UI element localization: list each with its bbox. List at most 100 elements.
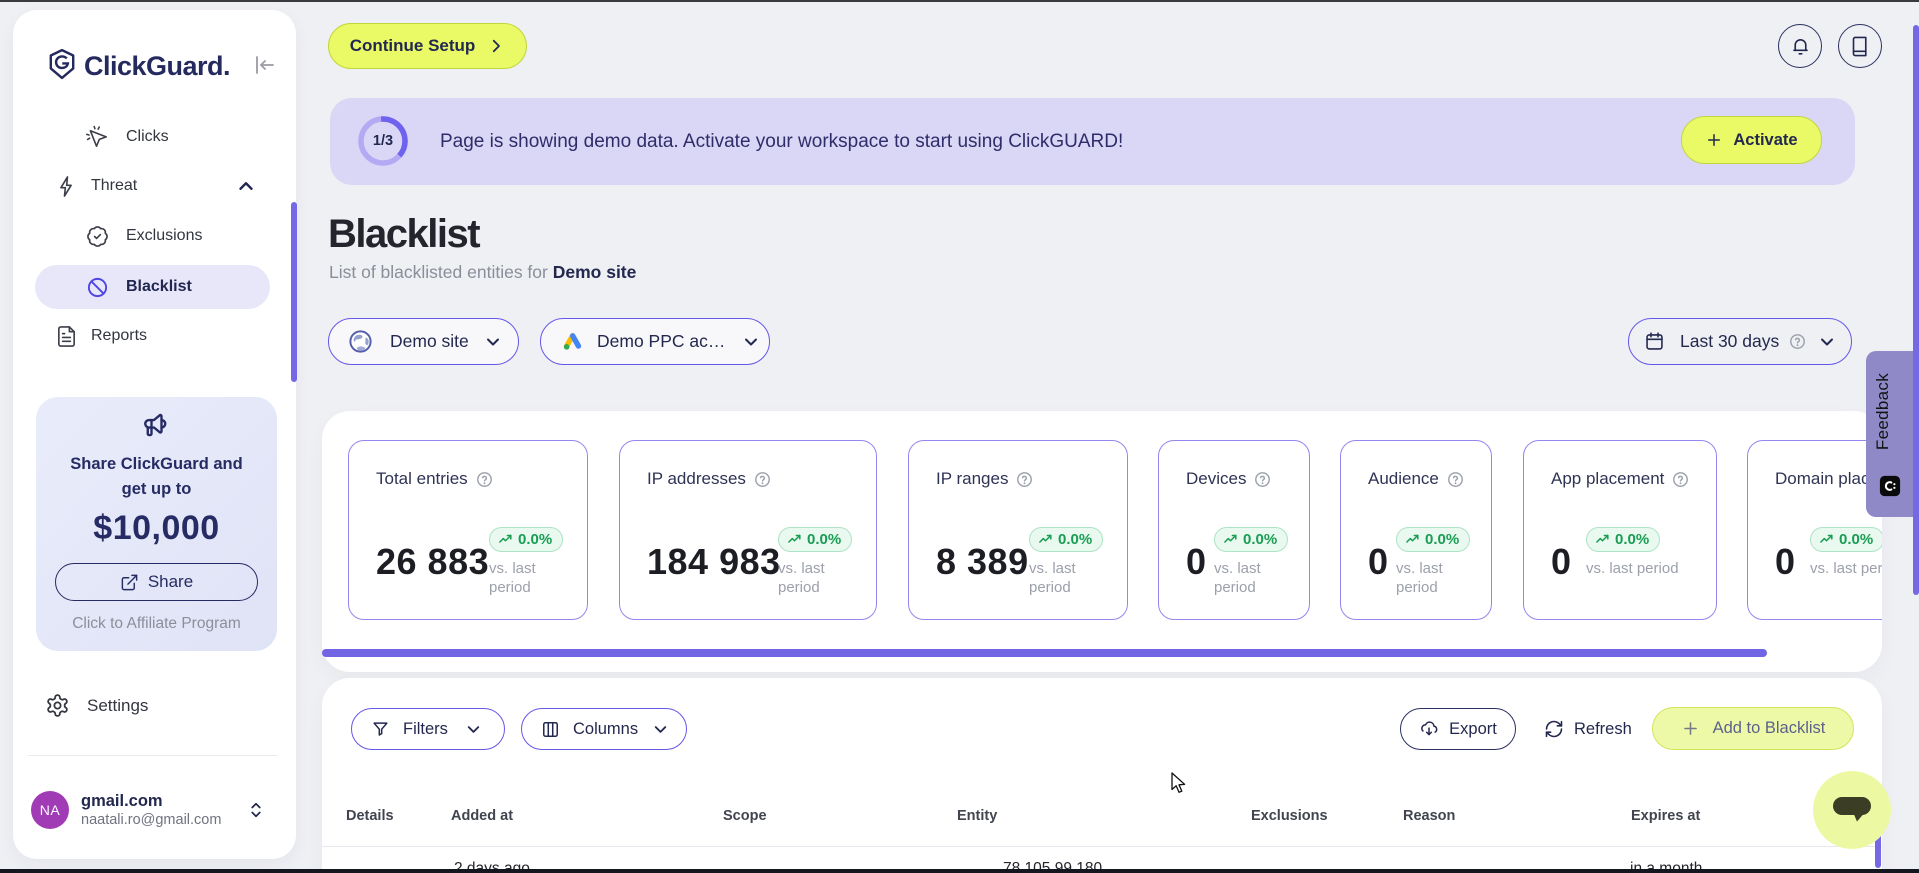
cursor-click-icon	[85, 125, 109, 149]
account-switcher[interactable]: NA gmail.com naatali.ro@gmail.com	[28, 788, 273, 832]
stat-card-delta: 0.0%	[1839, 531, 1874, 548]
sidebar-item-clicks[interactable]: Clicks	[35, 115, 270, 159]
trending-up-icon	[499, 534, 512, 543]
date-range-selector[interactable]: Last 30 days	[1628, 318, 1852, 365]
export-button[interactable]: Export	[1400, 708, 1516, 750]
knowledge-base-button[interactable]	[1838, 24, 1882, 68]
promo-text-line1: Share ClickGuard and	[70, 455, 243, 473]
logo-text: ClickGuard	[84, 50, 224, 81]
activate-button[interactable]: Activate	[1681, 116, 1822, 164]
page-subtitle-prefix: List of blacklisted entities for	[329, 262, 548, 282]
chevron-right-icon	[487, 37, 505, 55]
site-selector[interactable]: Demo site	[328, 318, 519, 365]
stat-card-label: Total entries	[376, 469, 468, 488]
stat-card-delta-badge: 0.0%	[1396, 527, 1471, 552]
columns-button[interactable]: Columns	[521, 708, 687, 750]
share-button-label: Share	[147, 572, 194, 591]
feedback-tab[interactable]: Feedback	[1866, 351, 1913, 517]
sidebar: ClickGuard. Clicks Threat Exclusions Bla…	[13, 10, 297, 859]
page-subtitle-site: Demo site	[552, 262, 637, 282]
trending-up-icon	[788, 534, 801, 543]
stat-card-value: 0	[1368, 541, 1389, 582]
app-root: ClickGuard. Clicks Threat Exclusions Bla…	[0, 0, 1919, 873]
stat-card-value: 26 883	[376, 541, 490, 582]
google-ads-icon	[562, 331, 583, 352]
column-header-scope[interactable]: Scope	[723, 808, 767, 824]
chat-bubble-icon	[1831, 793, 1873, 827]
stat-card-delta-badge: 0.0%	[489, 527, 564, 552]
chevron-up-icon[interactable]	[235, 175, 257, 202]
promo-amount: $10,000	[93, 509, 220, 547]
stat-card-delta: 0.0%	[1058, 531, 1093, 548]
sidebar-item-blacklist[interactable]: Blacklist	[35, 265, 270, 309]
promo-text-line2: get up to	[121, 480, 192, 498]
notifications-button[interactable]	[1778, 24, 1822, 68]
cloud-download-icon	[1419, 719, 1439, 739]
help-circle-icon	[1673, 471, 1689, 487]
add-to-blacklist-button[interactable]: Add to Blacklist	[1652, 707, 1854, 750]
sidebar-item-threat[interactable]: Threat	[35, 164, 270, 208]
ban-icon	[85, 275, 109, 299]
stat-card-value: 0	[1775, 541, 1796, 582]
stat-card-value: 8 389	[936, 541, 1029, 582]
sidebar-item-label: Blacklist	[126, 278, 192, 295]
column-header-details[interactable]: Details	[346, 808, 394, 824]
column-header-exclusions[interactable]: Exclusions	[1251, 808, 1328, 824]
sidebar-item-settings[interactable]: Settings	[45, 693, 148, 718]
stat-card-label: Devices	[1186, 469, 1247, 488]
help-circle-icon	[1255, 471, 1271, 487]
stat-card-value: 0	[1551, 541, 1572, 582]
column-header-expires-at[interactable]: Expires at	[1631, 808, 1700, 824]
sidebar-item-label: Reports	[91, 327, 148, 344]
stat-card-caption: vs. last period	[1396, 560, 1443, 596]
chat-launcher-button[interactable]	[1813, 771, 1891, 849]
stat-card-delta: 0.0%	[1615, 531, 1650, 548]
stat-card-caption: vs. last period	[1029, 560, 1076, 596]
stat-card-total-entries: Total entries 26 883 0.0% vs. last perio…	[348, 440, 588, 620]
external-link-icon	[120, 573, 139, 592]
filters-button[interactable]: Filters	[351, 708, 505, 750]
stat-card-caption: vs. last period	[778, 560, 825, 596]
chevron-down-icon	[741, 332, 761, 352]
stat-card-label: IP ranges	[936, 469, 1009, 488]
plus-icon	[1705, 131, 1723, 149]
stat-card-delta: 0.0%	[807, 531, 842, 548]
column-header-added-at[interactable]: Added at	[451, 808, 513, 824]
page-scrollbar[interactable]	[1913, 25, 1919, 595]
book-icon	[1849, 35, 1872, 58]
logo[interactable]: ClickGuard.	[49, 48, 231, 84]
chevron-down-icon	[651, 720, 670, 739]
chevron-down-icon	[1817, 332, 1837, 352]
stat-card-value: 0	[1186, 541, 1207, 582]
stat-card-delta: 0.0%	[1243, 531, 1278, 548]
calendar-icon	[1644, 331, 1665, 352]
refresh-icon	[1544, 719, 1564, 739]
table-header-divider	[322, 846, 1882, 847]
column-header-entity[interactable]: Entity	[957, 808, 997, 824]
blacklist-table-panel: Filters Columns Export Refresh Add to Bl…	[322, 678, 1882, 873]
ppc-account-selector[interactable]: Demo PPC ac…	[540, 318, 770, 365]
refresh-button[interactable]: Refresh	[1536, 708, 1640, 750]
affiliate-link[interactable]: Click to Affiliate Program	[36, 615, 277, 633]
column-header-reason[interactable]: Reason	[1403, 808, 1455, 824]
trending-up-icon	[1039, 534, 1052, 543]
help-circle-icon	[1447, 471, 1463, 487]
funnel-icon	[371, 720, 390, 739]
document-icon	[54, 324, 78, 348]
columns-icon	[541, 720, 560, 739]
stat-card-delta: 0.0%	[518, 531, 553, 548]
stats-horizontal-scrollbar[interactable]	[322, 649, 1767, 657]
window-top-edge	[0, 0, 1919, 2]
help-circle-icon	[754, 471, 770, 487]
share-button[interactable]: Share	[55, 563, 258, 601]
columns-button-label: Columns	[573, 719, 639, 738]
sidebar-scrollbar[interactable]	[291, 202, 297, 382]
trending-up-icon	[1820, 534, 1833, 543]
date-range-value: Last 30 days	[1680, 331, 1780, 351]
sidebar-item-reports[interactable]: Reports	[35, 314, 270, 358]
continue-setup-button[interactable]: Continue Setup	[328, 23, 527, 69]
activate-label: Activate	[1733, 130, 1798, 149]
bell-icon	[1789, 35, 1812, 58]
sidebar-item-exclusions[interactable]: Exclusions	[35, 214, 270, 258]
sidebar-collapse-button[interactable]	[252, 53, 276, 77]
